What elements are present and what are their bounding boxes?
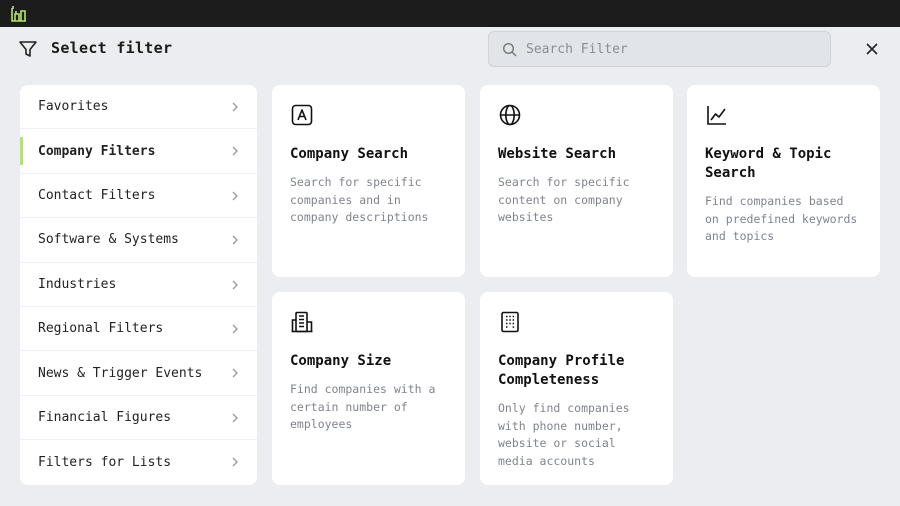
chevron-right-icon [232,368,238,378]
filter-card-company-search[interactable]: Company Search Search for specific compa… [272,85,465,277]
chevron-right-icon [232,191,238,201]
sidebar-item-label: Software & Systems [38,232,179,248]
sidebar-item-financial-figures[interactable]: Financial Figures [20,396,257,441]
line-chart-icon [707,106,726,125]
sidebar-item-favorites[interactable]: Favorites [20,85,257,130]
card-description: Only find companies with phone number, w… [498,401,630,468]
sidebar-item-news-trigger-events[interactable]: News & Trigger Events [20,351,257,396]
card-title: Company Profile Completeness [498,353,625,388]
app-logo-icon[interactable] [10,5,28,23]
search-icon [502,42,517,57]
filter-card-website-search[interactable]: Website Search Search for specific conte… [480,85,673,277]
chevron-right-icon [232,280,238,290]
filter-icon [19,41,37,57]
chevron-right-icon [232,235,238,245]
chevron-right-icon [232,457,238,467]
card-description: Find companies based on predefined keywo… [705,194,858,243]
sidebar-item-label: Regional Filters [38,321,164,337]
sidebar-item-regional-filters[interactable]: Regional Filters [20,307,257,352]
sidebar-item-label: Contact Filters [38,187,156,203]
globe-icon [499,104,521,126]
sidebar-item-company-filters[interactable]: Company Filters [20,129,257,174]
top-bar [0,0,900,27]
sidebar-item-label: Financial Figures [38,409,172,425]
filter-card-company-size[interactable]: Company Size Find companies with a certa… [272,292,465,485]
sidebar-item-label: News & Trigger Events [38,365,203,381]
search-input[interactable] [526,32,821,66]
card-title: Keyword & Topic Search [705,146,832,181]
chevron-right-icon [232,146,238,156]
sidebar-item-filters-for-lists[interactable]: Filters for Lists [20,440,257,484]
card-title: Company Size [290,353,392,369]
card-description: Search for specific companies and in com… [290,175,429,224]
search-box[interactable] [488,31,831,67]
chevron-right-icon [232,102,238,112]
card-title: Website Search [498,146,617,162]
filter-card-keyword-topic-search[interactable]: Keyword & Topic Search Find companies ba… [687,85,880,277]
card-description: Find companies with a certain number of … [290,382,436,431]
sidebar-item-label: Filters for Lists [38,454,172,470]
page-title: Select filter [51,39,173,57]
sidebar-item-software-systems[interactable]: Software & Systems [20,218,257,263]
chevron-right-icon [232,413,238,423]
close-icon[interactable] [864,41,880,57]
sidebar-item-label: Favorites [38,99,109,115]
buildings-icon [291,311,313,333]
card-title: Company Search [290,146,409,162]
filter-category-sidebar: Favorites Company Filters Contact Filter… [20,85,257,485]
text-a-icon [291,104,313,126]
filter-card-company-profile-completeness[interactable]: Company Profile Completeness Only find c… [480,292,673,485]
sidebar-item-industries[interactable]: Industries [20,263,257,307]
header: Select filter [0,27,900,71]
sidebar-item-label: Industries [38,276,117,292]
building-icon [501,311,519,333]
chevron-right-icon [232,324,238,334]
card-description: Search for specific content on company w… [498,175,630,224]
sidebar-item-label: Company Filters [38,143,156,159]
sidebar-item-contact-filters[interactable]: Contact Filters [20,174,257,219]
